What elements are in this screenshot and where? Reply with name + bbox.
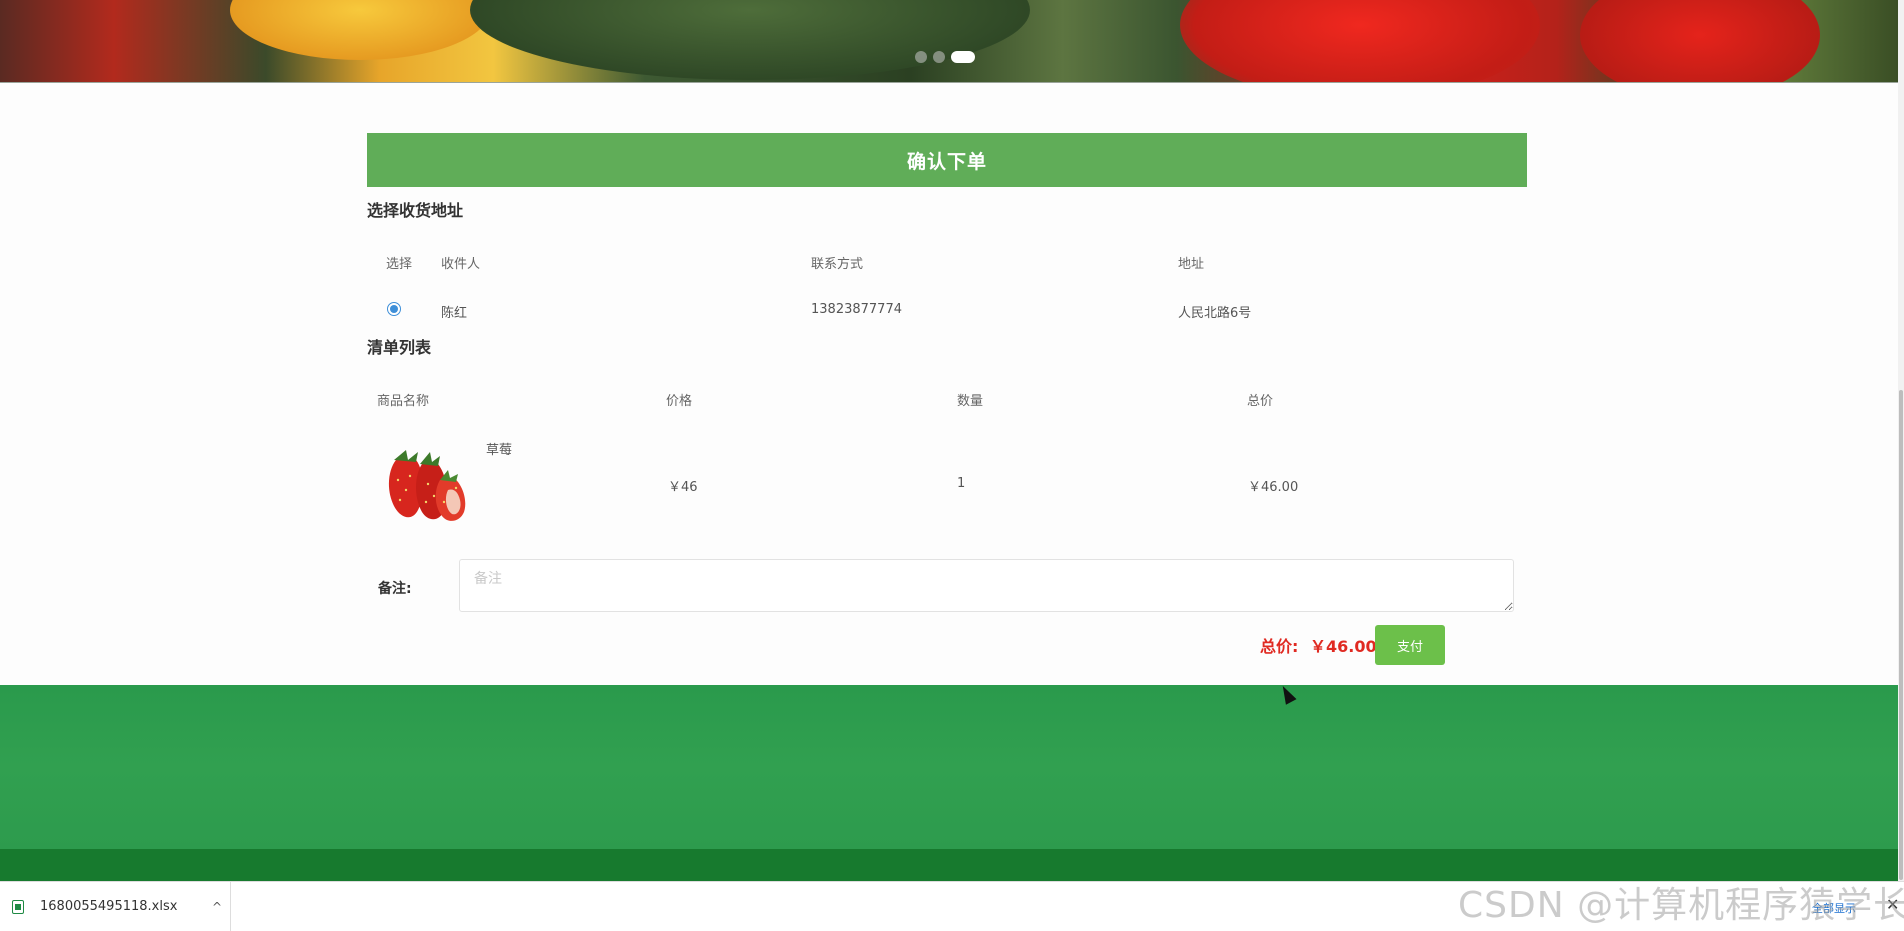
banner-vegetable-green	[470, 0, 1030, 80]
address-radio[interactable]	[387, 302, 401, 316]
product-quantity: 1	[957, 476, 966, 491]
scrollbar-thumb[interactable]	[1899, 390, 1903, 880]
total-value: ￥46.00	[1310, 637, 1377, 656]
watermark: CSDN @计算机程序猿学长	[1458, 885, 1904, 926]
download-item[interactable]: 1680055495118.xlsx ^	[12, 882, 231, 931]
address-recipient: 陈红	[441, 306, 468, 321]
site-footer	[0, 685, 1898, 849]
pay-button[interactable]: 支付	[1375, 625, 1445, 665]
address-col-phone: 联系方式	[811, 257, 864, 272]
address-col-recipient: 收件人	[441, 257, 481, 272]
banner-fruit-orange	[230, 0, 490, 60]
product-price: ￥46	[668, 480, 698, 495]
product-total: ￥46.00	[1248, 480, 1299, 495]
banner-tomato-2	[1580, 0, 1820, 82]
remark-input[interactable]	[459, 559, 1514, 612]
order-col-total: 总价	[1247, 394, 1274, 409]
chevron-up-icon[interactable]: ^	[212, 900, 222, 914]
total-label: 总价:	[1260, 637, 1299, 656]
carousel-dot[interactable]	[915, 51, 927, 63]
carousel-dot[interactable]	[933, 51, 945, 63]
order-section-title: 清单列表	[367, 338, 432, 357]
strawberry-image[interactable]	[378, 440, 474, 526]
excel-file-icon	[12, 899, 24, 914]
remark-label: 备注:	[378, 581, 412, 597]
banner-tomato	[1180, 0, 1540, 82]
page-title: 确认下单	[367, 133, 1527, 187]
order-col-name: 商品名称	[377, 394, 430, 409]
address-col-address: 地址	[1178, 257, 1205, 272]
carousel-dot-active[interactable]	[951, 51, 975, 63]
order-col-price: 价格	[666, 394, 693, 409]
order-col-qty: 数量	[957, 394, 984, 409]
address-phone: 13823877774	[811, 302, 902, 317]
address-section-title: 选择收货地址	[367, 201, 464, 220]
page-scrollbar[interactable]	[1898, 0, 1904, 881]
product-name[interactable]: 草莓	[486, 439, 512, 458]
download-file-name[interactable]: 1680055495118.xlsx	[40, 899, 177, 914]
carousel-indicators	[915, 51, 975, 63]
hero-banner	[0, 0, 1898, 83]
address-line: 人民北路6号	[1178, 306, 1252, 321]
address-col-select: 选择	[386, 257, 413, 272]
